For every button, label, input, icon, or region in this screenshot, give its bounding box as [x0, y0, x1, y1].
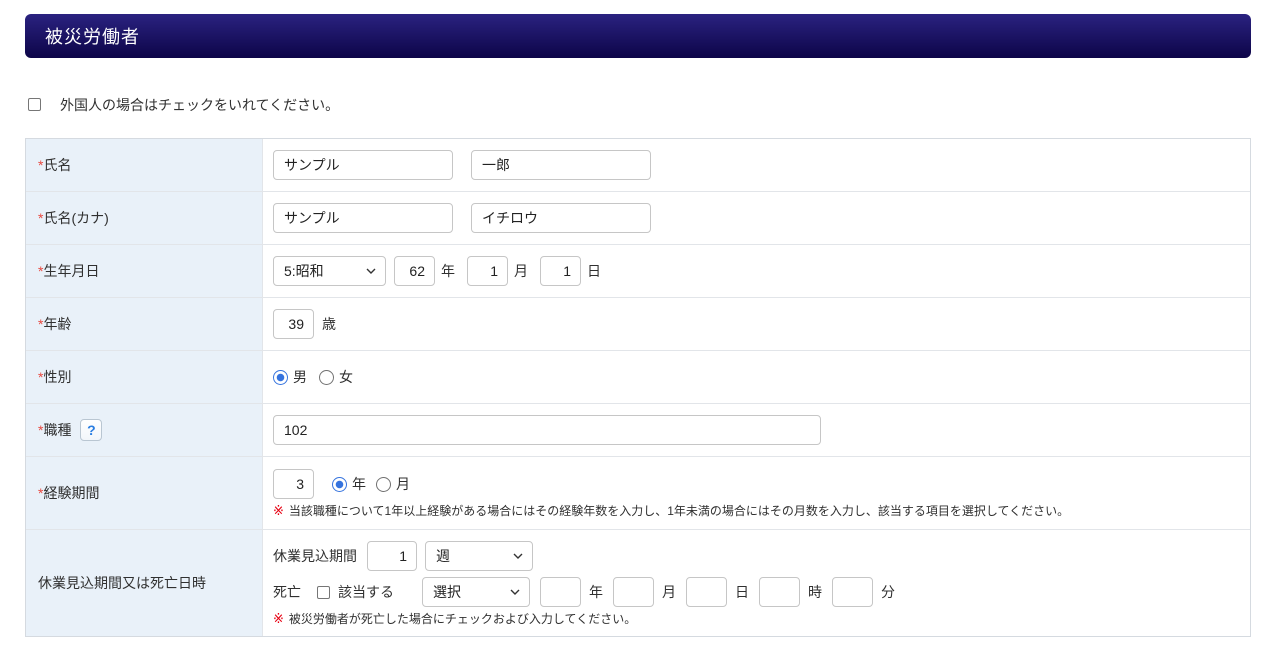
chevron-down-icon	[366, 268, 376, 274]
death-minute-unit: 分	[881, 584, 895, 600]
form-row-experience: *経験期間 年 月 ※ 当該職種について1年以上経験がある場合にはそ	[26, 457, 1250, 530]
section-header: 被災労働者	[25, 14, 1251, 58]
death-year-unit: 年	[589, 584, 603, 600]
occupation-help-button[interactable]: ?	[80, 419, 103, 441]
form-row-gender: * 性別 男 女	[26, 351, 1250, 404]
form-row-birthdate: *生年月日 5:昭和 年 月 日	[26, 245, 1250, 298]
death-minute-input[interactable]	[832, 577, 873, 607]
death-era-selected-value: 選択	[433, 584, 461, 600]
birthdate-label: 生年月日	[43, 263, 100, 279]
gender-female-option[interactable]: 女	[319, 367, 353, 387]
form-row-age: *年齢 歳	[26, 298, 1250, 351]
death-hour-input[interactable]	[759, 577, 800, 607]
death-applicable-option[interactable]: 該当する	[317, 582, 394, 602]
experience-year-option[interactable]: 年	[332, 474, 366, 494]
experience-month-label: 月	[396, 476, 410, 492]
birth-month-unit: 月	[514, 263, 528, 279]
death-applicable-checkbox[interactable]	[317, 585, 330, 599]
death-year-input[interactable]	[540, 577, 581, 607]
page: 被災労働者 外国人の場合はチェックをいれてください。 *氏名 *氏名(カナ)	[0, 0, 1280, 637]
chevron-down-icon	[513, 553, 523, 559]
birth-day-input[interactable]	[540, 256, 581, 286]
experience-month-radio[interactable]	[376, 476, 391, 492]
form-row-leave-or-death: 休業見込期間又は死亡日時 休業見込期間 週 死亡	[26, 530, 1250, 636]
leave-or-death-label: 休業見込期間又は死亡日時	[38, 575, 206, 591]
death-era-select[interactable]: 選択	[422, 577, 530, 607]
leave-period-input[interactable]	[367, 541, 417, 571]
birth-year-input[interactable]	[394, 256, 435, 286]
foreigner-checkbox-label: 外国人の場合はチェックをいれてください。	[60, 96, 340, 113]
kana-label: 氏名(カナ)	[43, 210, 109, 226]
leave-period-line: 休業見込期間 週	[273, 541, 533, 571]
birth-month-input[interactable]	[467, 256, 508, 286]
occupation-input[interactable]	[273, 415, 821, 445]
leave-unit-selected-value: 週	[436, 548, 450, 564]
death-month-input[interactable]	[613, 577, 654, 607]
death-hour-unit: 時	[808, 584, 822, 600]
kana-first-input[interactable]	[471, 203, 651, 233]
name-first-input[interactable]	[471, 150, 651, 180]
foreigner-checkbox-row: 外国人の場合はチェックをいれてください。	[25, 96, 1255, 113]
experience-value-input[interactable]	[273, 469, 314, 499]
note-mark: ※	[273, 503, 284, 518]
name-last-input[interactable]	[273, 150, 453, 180]
death-day-input[interactable]	[686, 577, 727, 607]
gender-female-radio[interactable]	[319, 369, 334, 385]
birth-era-select[interactable]: 5:昭和	[273, 256, 386, 286]
experience-year-radio[interactable]	[332, 476, 347, 492]
injured-worker-form-table: *氏名 *氏名(カナ) *生年月日 5:昭和	[25, 138, 1251, 637]
age-label: 年齢	[43, 316, 72, 332]
birth-day-unit: 日	[587, 263, 601, 279]
death-label: 死亡	[273, 584, 301, 600]
age-input[interactable]	[273, 309, 314, 339]
leave-unit-select[interactable]: 週	[425, 541, 533, 571]
gender-label: 性別	[43, 369, 72, 385]
age-unit: 歳	[322, 316, 336, 332]
experience-note-text: 当該職種について1年以上経験がある場合にはその経験年数を入力し、1年未満の場合に…	[288, 504, 1070, 518]
birth-era-selected-value: 5:昭和	[284, 263, 324, 279]
note-mark: ※	[273, 611, 284, 626]
leave-period-label: 休業見込期間	[273, 548, 357, 564]
gender-male-option[interactable]: 男	[273, 367, 307, 387]
death-applicable-label: 該当する	[338, 584, 394, 600]
experience-note: ※ 当該職種について1年以上経験がある場合にはその経験年数を入力し、1年未満の場…	[273, 502, 1069, 520]
gender-female-label: 女	[339, 369, 353, 385]
death-day-unit: 日	[735, 584, 749, 600]
gender-male-label: 男	[293, 369, 307, 385]
experience-year-label: 年	[352, 476, 366, 492]
death-note-text: 被災労働者が死亡した場合にチェックおよび入力してください。	[288, 612, 637, 626]
section-title: 被災労働者	[45, 27, 140, 47]
form-row-occupation: * 職種 ?	[26, 404, 1250, 457]
death-month-unit: 月	[662, 584, 676, 600]
gender-male-radio[interactable]	[273, 369, 288, 385]
experience-month-option[interactable]: 月	[376, 474, 410, 494]
birth-year-unit: 年	[441, 263, 455, 279]
death-note: ※ 被災労働者が死亡した場合にチェックおよび入力してください。	[273, 610, 636, 628]
foreigner-checkbox[interactable]	[28, 98, 41, 111]
kana-last-input[interactable]	[273, 203, 453, 233]
death-line: 死亡 該当する 選択 年 月 日 時 分	[273, 577, 895, 607]
occupation-label: 職種	[43, 422, 72, 438]
chevron-down-icon	[510, 589, 520, 595]
name-label: 氏名	[43, 157, 72, 173]
form-row-name: * 氏名	[26, 139, 1250, 192]
experience-label: 経験期間	[43, 485, 100, 501]
form-row-kana: * 氏名(カナ)	[26, 192, 1250, 245]
